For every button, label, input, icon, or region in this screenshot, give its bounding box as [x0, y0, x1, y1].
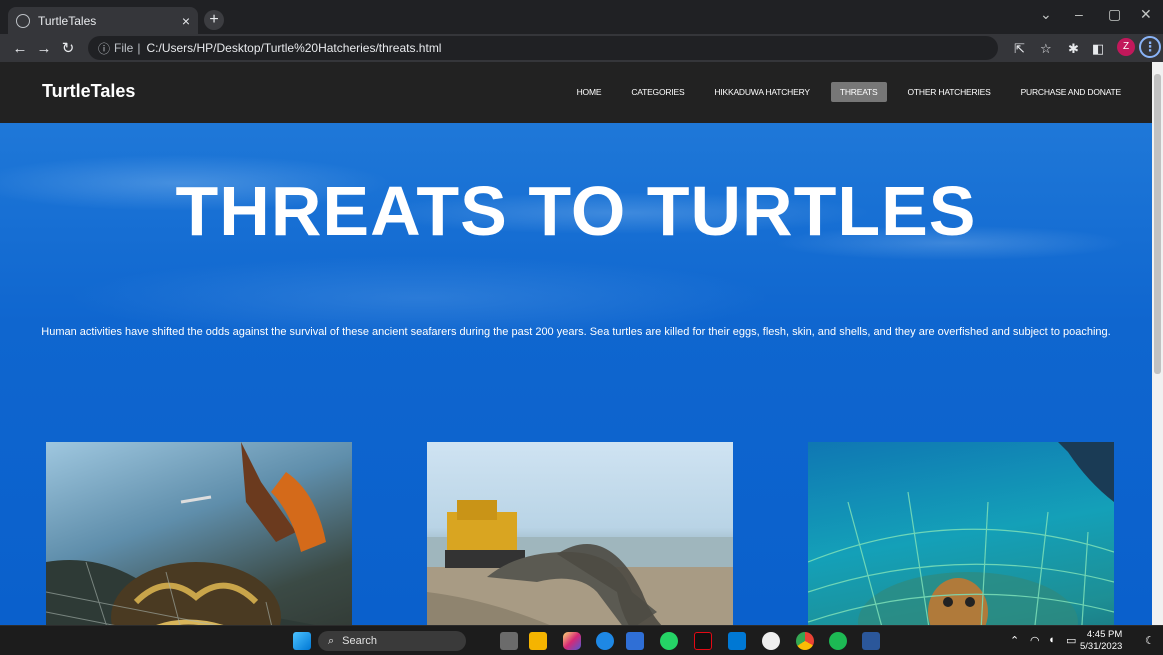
windows-start-icon[interactable] — [293, 632, 311, 650]
file-explorer-icon[interactable] — [529, 632, 547, 650]
profile-avatar[interactable]: Z — [1117, 38, 1135, 56]
tab-close-icon[interactable]: × — [182, 13, 190, 29]
whatsapp-icon[interactable] — [660, 632, 678, 650]
taskbar-clock[interactable]: 4:45 PM 5/31/2023 — [1080, 629, 1122, 653]
clock-date: 5/31/2023 — [1080, 641, 1123, 652]
nav-threats[interactable]: THREATS — [830, 82, 887, 102]
netflix-icon[interactable] — [694, 632, 712, 650]
nav-other-hatcheries[interactable]: OTHER HATCHERIES — [899, 82, 1000, 102]
turtle-net-photo — [46, 442, 352, 625]
windows-taskbar: ⌕ Search ⌃ ◠ ◖ ▭ 4:45 PM 5/31/2023 ☾ — [0, 625, 1163, 655]
clock-time: 4:45 PM — [1086, 629, 1123, 640]
browser-tab[interactable]: TurtleTales × — [8, 7, 198, 34]
vscode-icon[interactable] — [728, 632, 746, 650]
beach-dredging-photo — [427, 442, 733, 625]
globe-icon — [16, 13, 30, 28]
side-panel-icon[interactable]: ◧ — [1092, 41, 1104, 57]
turtle-ghost-net-photo — [808, 442, 1114, 625]
wifi-icon[interactable]: ◠ — [1030, 634, 1040, 647]
nav-hikkaduwa-hatchery[interactable]: HIKKADUWA HATCHERY — [705, 82, 818, 102]
hero-description: Human activities have shifted the odds a… — [41, 326, 1111, 338]
task-view-icon[interactable] — [500, 632, 518, 650]
address-bar[interactable]: ⓘ File | C:/Users/HP/Desktop/Turtle%20Ha… — [88, 36, 998, 60]
info-icon[interactable]: ⓘ — [98, 40, 110, 57]
hero-section: THREATS TO TURTLES Human activities have… — [0, 123, 1152, 625]
site-menu: HOME CATEGORIES HIKKADUWA HATCHERY THREA… — [556, 82, 1130, 102]
tab-search-icon[interactable]: ⌄ — [1040, 6, 1052, 23]
extensions-icon[interactable]: ✱ — [1068, 41, 1079, 57]
scrollbar-thumb[interactable] — [1154, 74, 1161, 374]
notifications-icon[interactable]: ☾ — [1145, 634, 1155, 647]
taskbar-search[interactable]: ⌕ Search — [318, 631, 466, 651]
share-icon[interactable]: ⇱ — [1014, 41, 1025, 57]
spotify-icon[interactable] — [829, 632, 847, 650]
nav-purchase-and-donate[interactable]: PURCHASE AND DONATE — [1012, 82, 1130, 102]
nav-home[interactable]: HOME — [568, 82, 611, 102]
forward-icon[interactable]: → — [32, 40, 56, 57]
url-prefix: File — [114, 41, 134, 55]
back-icon[interactable]: ← — [8, 40, 32, 57]
site-brand[interactable]: TurtleTales — [42, 81, 135, 102]
browser-toolbar: ← → ↻ ⓘ File | C:/Users/HP/Desktop/Turtl… — [0, 34, 1163, 62]
app-icon[interactable] — [762, 632, 780, 650]
url-text[interactable]: C:/Users/HP/Desktop/Turtle%20Hatcheries/… — [146, 41, 441, 55]
bookmark-star-icon[interactable]: ☆ — [1040, 41, 1052, 57]
search-icon: ⌕ — [328, 634, 335, 647]
tray-chevron-icon[interactable]: ⌃ — [1010, 634, 1019, 647]
chrome-icon[interactable] — [796, 632, 814, 650]
battery-icon[interactable]: ▭ — [1066, 634, 1076, 647]
instagram-icon[interactable] — [563, 632, 581, 650]
minimize-icon[interactable]: – — [1075, 6, 1083, 22]
close-window-icon[interactable]: ✕ — [1140, 6, 1152, 23]
nav-categories[interactable]: CATEGORIES — [622, 82, 693, 102]
store-icon[interactable] — [626, 632, 644, 650]
word-icon[interactable] — [862, 632, 880, 650]
chrome-menu-icon[interactable]: ⋮ — [1139, 36, 1161, 58]
tab-title: TurtleTales — [38, 13, 97, 28]
browser-tabstrip: TurtleTales × + ⌄ – ▢ ✕ — [0, 0, 1163, 34]
page-title: THREATS TO TURTLES — [175, 172, 977, 250]
page-scrollbar[interactable] — [1152, 62, 1163, 625]
restore-icon[interactable]: ▢ — [1108, 6, 1121, 23]
new-tab-button[interactable]: + — [204, 10, 224, 30]
reload-icon[interactable]: ↻ — [56, 39, 80, 57]
site-navbar: TurtleTales HOME CATEGORIES HIKKADUWA HA… — [0, 62, 1152, 123]
taskbar-search-label: Search — [342, 635, 378, 647]
volume-icon[interactable]: ◖ — [1048, 634, 1055, 646]
edge-icon[interactable] — [596, 632, 614, 650]
page-viewport: TurtleTales HOME CATEGORIES HIKKADUWA HA… — [0, 62, 1152, 625]
